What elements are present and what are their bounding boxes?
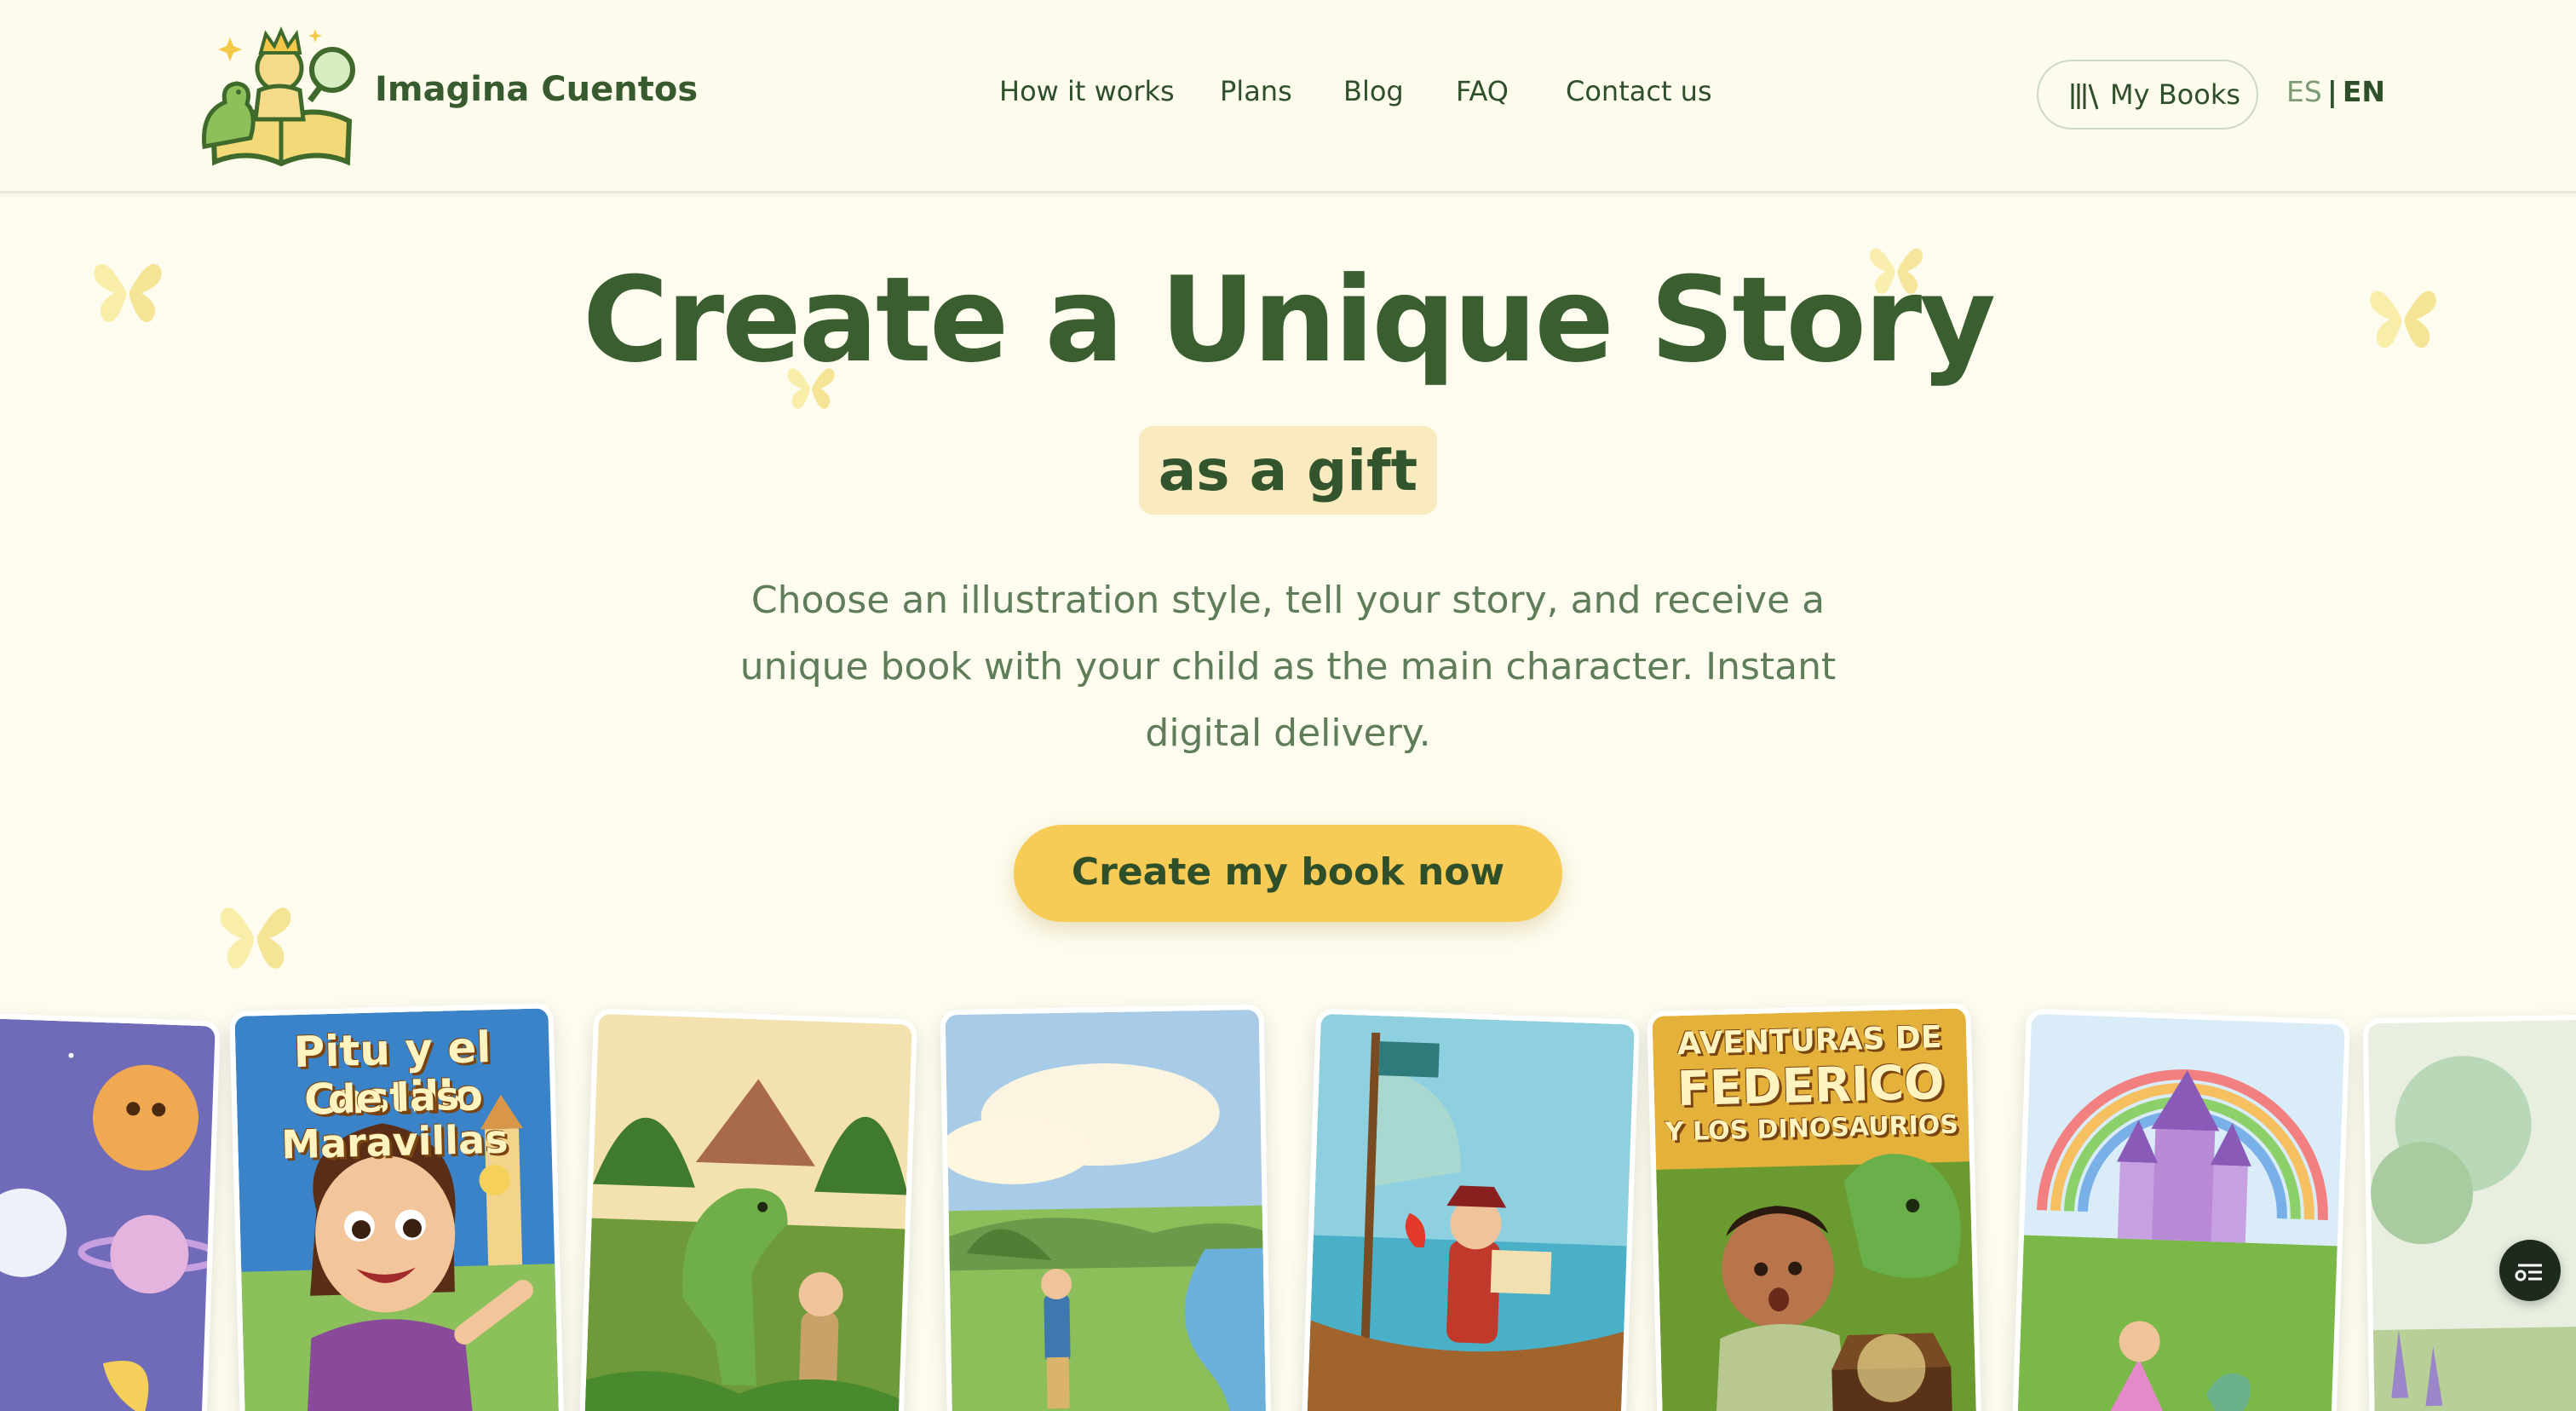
nav-how-it-works[interactable]: How it works (999, 75, 1175, 107)
book-cover-carousel[interactable]: Pitu y el Castillo de las Maravillas AVE… (0, 997, 2576, 1411)
site-header: Imagina Cuentos How it works Plans Blog … (0, 0, 2576, 193)
nav-faq[interactable]: FAQ (1456, 75, 1509, 107)
book-cover-space[interactable] (0, 1010, 221, 1411)
nav-contact-us[interactable]: Contact us (1566, 75, 1712, 107)
cover-title-line2: FEDERICO (1676, 1054, 1946, 1118)
hero-title: Create a Unique Story (582, 251, 1996, 389)
book-cover-castle-rainbow[interactable] (2011, 1008, 2350, 1411)
book-cover-landscape[interactable] (940, 1004, 1272, 1411)
book-cover-jungle-dinosaur[interactable] (578, 1008, 917, 1411)
menu-toggle-icon (2515, 1264, 2542, 1281)
lang-separator: | (2326, 75, 2337, 108)
book-cover-pirate[interactable] (1301, 1008, 1640, 1411)
lang-en[interactable]: EN (2343, 75, 2385, 108)
library-icon (2069, 82, 2100, 111)
floating-menu-button[interactable] (2499, 1240, 2561, 1301)
gift-highlight-badge: as a gift (1139, 426, 1437, 515)
book-cover-federico[interactable]: AVENTURAS DE FEDERICO Y LOS DINOSAURIOS (1647, 1003, 1982, 1411)
hero-subtitle: Choose an illustration style, tell your … (739, 579, 1837, 755)
nav-blog[interactable]: Blog (1343, 75, 1404, 107)
gift-highlight-text: as a gift (1158, 438, 1418, 504)
butterfly-icon (220, 907, 291, 969)
landing-page: Imagina Cuentos How it works Plans Blog … (0, 0, 2576, 1411)
book-cover-pitu[interactable]: Pitu y el Castillo de las Maravillas (229, 1003, 565, 1411)
create-book-label: Create my book now (1071, 850, 1505, 894)
create-book-button[interactable]: Create my book now (1014, 825, 1562, 922)
my-books-button[interactable]: My Books (2037, 60, 2258, 130)
language-switcher: ES | EN (2286, 75, 2385, 108)
book-cover-forest[interactable] (2362, 1012, 2576, 1411)
cover-title-line2: de las Maravillas (280, 1073, 509, 1168)
nav-plans[interactable]: Plans (1220, 75, 1292, 107)
lang-es[interactable]: ES (2286, 75, 2322, 108)
my-books-label: My Books (2110, 78, 2241, 111)
